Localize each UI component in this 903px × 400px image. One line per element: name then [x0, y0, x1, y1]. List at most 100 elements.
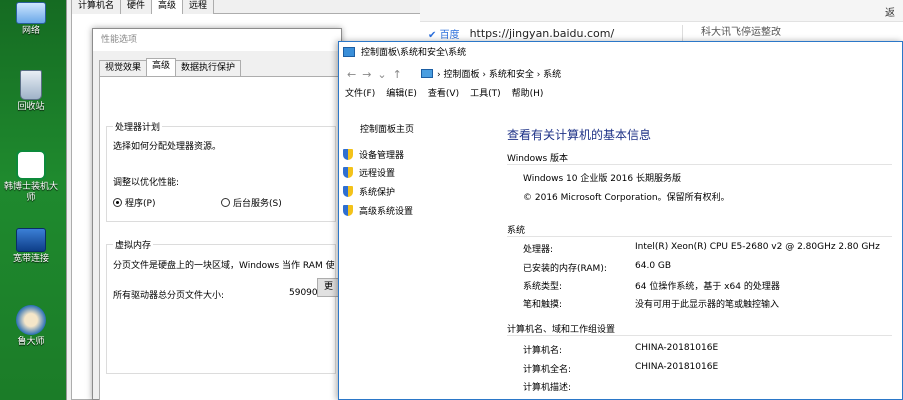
copyright: © 2016 Microsoft Corporation。保留所有权利。 [523, 193, 730, 203]
tab-dep[interactable]: 数据执行保护 [175, 60, 242, 76]
control-panel-icon [343, 47, 355, 57]
row-value: CHINA-20181016E [635, 343, 719, 353]
cp-home-link[interactable]: 控制面板主页 [360, 122, 414, 135]
group-title: 虚拟内存 [113, 238, 154, 251]
page-title: 查看有关计算机的基本信息 [507, 128, 652, 142]
row-value: CHINA-20181016E [635, 362, 719, 372]
browser-window: 返 ✔ 百度 https://jingyan.baidu.com/ 科大讯飞停运… [420, 0, 903, 45]
edition-name: Windows 10 企业版 2016 长期服务版 [523, 174, 681, 184]
breadcrumb-item[interactable]: 控制面板 [443, 70, 479, 80]
network-icon [16, 2, 46, 24]
computer-name-section: 计算机名、域和工作组设置 [507, 322, 893, 336]
computer-icon [421, 69, 433, 78]
link-label: 设备管理器 [359, 151, 405, 161]
browser-tabstrip: 返 [420, 0, 903, 22]
virtual-memory-group: 虚拟内存 分页文件是硬盘上的一块区域，Windows 当作 RAM 使 所有驱动… [106, 238, 336, 374]
cp-title: 控制面板\系统和安全\系统 [361, 48, 467, 58]
system-properties-tabs: 计算机名 硬件 高级 远程 [71, 0, 421, 14]
desktop: 网络 回收站 韩博士装机大师 宽带连接 鲁大师 [0, 0, 72, 400]
breadcrumb[interactable]: › 控制面板 › 系统和安全 › 系统 [421, 67, 561, 83]
shield-icon [343, 167, 353, 178]
row-key: 系统类型: [523, 282, 563, 292]
desktop-icon-label: 鲁大师 [17, 337, 45, 347]
performance-tabs: 视觉效果 高级 数据执行保护 [99, 58, 242, 76]
tab-remote[interactable]: 远程 [182, 0, 215, 14]
row-key: 计算机描述: [523, 383, 572, 393]
advanced-system-settings-link[interactable]: 高级系统设置 [343, 204, 413, 217]
cp-sidebar: 控制面板主页 设备管理器 远程设置 系统保护 高级系统设置 [339, 102, 497, 400]
hanboshi-icon [16, 150, 46, 180]
row-key: 笔和触摸: [523, 300, 563, 310]
tab-computer-name[interactable]: 计算机名 [71, 0, 122, 14]
broadband-connection-icon [16, 228, 46, 252]
device-manager-link[interactable]: 设备管理器 [343, 148, 404, 161]
vm-total-label: 所有驱动器总分页文件大小: [113, 291, 225, 301]
dialog-title: 性能选项 [93, 29, 341, 51]
radio-background-services[interactable]: 后台服务(S) [221, 196, 282, 209]
link-label: 系统保护 [359, 188, 396, 198]
desktop-icon-label: 宽带连接 [12, 254, 49, 264]
cp-navbar: ←→⌄↑ › 控制面板 › 系统和安全 › 系统 [339, 64, 902, 86]
desktop-icon-ludashi[interactable]: 鲁大师 [2, 305, 60, 348]
control-panel-window: 控制面板\系统和安全\系统 ←→⌄↑ › 控制面板 › 系统和安全 › 系统 文… [338, 41, 903, 400]
tab-advanced[interactable]: 高级 [151, 0, 184, 14]
breadcrumb-item[interactable]: 系统 [543, 70, 561, 80]
desktop-icon-hanboshi[interactable]: 韩博士装机大师 [2, 150, 60, 204]
remote-settings-link[interactable]: 远程设置 [343, 166, 395, 179]
row-value: 没有可用于此显示器的笔或触控输入 [635, 300, 780, 310]
radio-label: 程序(P) [125, 199, 156, 209]
menu-file[interactable]: 文件(F) [345, 86, 375, 102]
shield-icon [343, 149, 353, 160]
row-key: 计算机全名: [523, 365, 572, 375]
cp-main: 查看有关计算机的基本信息 Windows 版本 Windows 10 企业版 2… [497, 102, 902, 400]
tab-visual-effects[interactable]: 视觉效果 [99, 60, 148, 76]
radio-selected-icon [113, 198, 122, 207]
performance-options-dialog: 性能选项 视觉效果 高级 数据执行保护 处理器计划 选择如何分配处理器资源。 调… [92, 28, 342, 400]
menu-tools[interactable]: 工具(T) [470, 86, 501, 102]
browser-back-link[interactable]: 返 [885, 4, 895, 19]
processor-scheduling-group: 处理器计划 选择如何分配处理器资源。 调整以优化性能: 程序(P) 后台服务(S… [106, 120, 336, 222]
browser-search-box[interactable]: 科大讯飞停运整改 [682, 25, 882, 41]
menu-view[interactable]: 查看(V) [428, 86, 459, 102]
menu-edit[interactable]: 编辑(E) [386, 86, 417, 102]
radio-programs[interactable]: 程序(P) [113, 196, 155, 209]
desktop-icon-label: 回收站 [17, 102, 45, 112]
tab-advanced[interactable]: 高级 [146, 58, 177, 76]
menu-bar: 文件(F) 编辑(E) 查看(V) 工具(T) 帮助(H) [339, 86, 902, 102]
windows-edition-section: Windows 版本 [507, 151, 893, 165]
site-label: ✔ 百度 [428, 29, 460, 41]
row-value: Intel(R) Xeon(R) CPU E5-2680 v2 @ 2.80GH… [635, 242, 880, 252]
search-text: 科大讯飞停运整改 [701, 27, 781, 38]
group-title: 处理器计划 [113, 120, 163, 133]
nav-arrows[interactable]: ←→⌄↑ [347, 68, 408, 81]
recycle-bin-icon [20, 70, 42, 100]
radio-label: 后台服务(S) [233, 199, 282, 209]
adjust-label: 调整以优化性能: [113, 178, 180, 188]
system-protection-link[interactable]: 系统保护 [343, 185, 395, 198]
advanced-panel: 处理器计划 选择如何分配处理器资源。 调整以优化性能: 程序(P) 后台服务(S… [99, 76, 339, 400]
row-value: 64 位操作系统，基于 x64 的处理器 [635, 282, 780, 292]
shield-icon [343, 186, 353, 197]
row-key: 处理器: [523, 245, 554, 255]
url-text[interactable]: https://jingyan.baidu.com/ [470, 27, 615, 40]
tab-hardware[interactable]: 硬件 [120, 0, 153, 14]
shield-icon [343, 205, 353, 216]
row-value: 64.0 GB [635, 261, 672, 271]
breadcrumb-item[interactable]: 系统和安全 [489, 70, 534, 80]
cp-titlebar[interactable]: 控制面板\系统和安全\系统 [339, 42, 902, 64]
desktop-icon-recycle-bin[interactable]: 回收站 [2, 70, 60, 113]
system-section: 系统 [507, 223, 893, 237]
vm-desc: 分页文件是硬盘上的一块区域，Windows 当作 RAM 使 [113, 261, 335, 271]
row-key: 计算机名: [523, 346, 563, 356]
site-label-text: 百度 [439, 29, 460, 41]
desktop-icon-label: 韩博士装机大师 [3, 182, 58, 203]
link-label: 远程设置 [359, 169, 396, 179]
link-label: 高级系统设置 [359, 207, 414, 217]
desktop-icon-network[interactable]: 网络 [2, 2, 60, 37]
radio-unselected-icon [221, 198, 230, 207]
menu-help[interactable]: 帮助(H) [512, 86, 544, 102]
desktop-icon-label: 网络 [21, 26, 40, 36]
row-key: 已安装的内存(RAM): [523, 264, 607, 274]
desktop-icon-broadband[interactable]: 宽带连接 [2, 228, 60, 265]
processor-desc: 选择如何分配处理器资源。 [113, 142, 222, 152]
